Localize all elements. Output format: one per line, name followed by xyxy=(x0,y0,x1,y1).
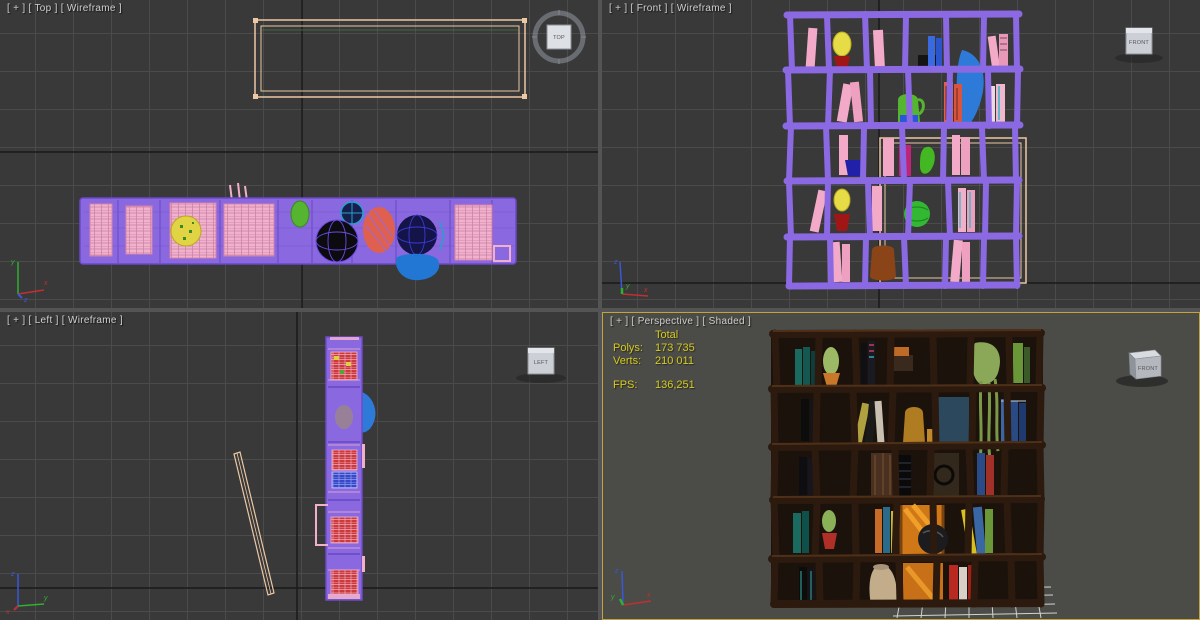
axis-tripod-left: z y x xyxy=(5,571,48,614)
viewport-top-label[interactable]: [ + ] [ Top ] [ Wireframe ] xyxy=(7,3,122,14)
axis-label-x: x xyxy=(646,592,651,599)
axis-tripod-perspective: z x y xyxy=(610,568,652,606)
axis-label-x: x xyxy=(43,280,48,287)
stats-polys-value: 173 735 xyxy=(655,342,695,354)
viewport-splitter-horizontal[interactable] xyxy=(0,308,1200,312)
viewport-front[interactable]: [ + ] [ Front ] [ Wireframe ] FRONT z x … xyxy=(602,0,1200,308)
axis-label-y: y xyxy=(10,259,15,266)
scene-left-wireframe xyxy=(233,336,376,601)
stats-fps-value: 136,251 xyxy=(655,379,695,391)
bookshelf-left-view[interactable] xyxy=(315,336,376,601)
viewport-left[interactable]: [ + ] [ Left ] [ Wireframe ] LEFT z y x xyxy=(0,312,598,620)
plank-outline-left[interactable] xyxy=(233,451,275,596)
axis-label-z: z xyxy=(613,259,618,266)
viewcube-perspective[interactable]: FRONT xyxy=(1113,337,1173,391)
viewport-front-label[interactable]: [ + ] [ Front ] [ Wireframe ] xyxy=(609,3,732,14)
viewport-perspective-label[interactable]: [ + ] [ Perspective ] [ Shaded ] xyxy=(610,316,751,327)
viewcube-front[interactable]: FRONT xyxy=(1112,16,1168,68)
viewport-left-label[interactable]: [ + ] [ Left ] [ Wireframe ] xyxy=(7,315,123,326)
viewport-top[interactable]: [ + ] [ Top ] [ Wireframe ] TOP y x z xyxy=(0,0,598,308)
axis-label-y: y xyxy=(43,595,48,602)
scene-front-wireframe xyxy=(782,10,1027,290)
viewport-perspective[interactable]: [ + ] [ Perspective ] [ Shaded ] Total P… xyxy=(602,312,1200,620)
axis-label-z: z xyxy=(10,571,15,578)
axis-tripod-top: y x z xyxy=(10,259,48,302)
max-4-viewport-workspace: [ + ] [ Top ] [ Wireframe ] TOP y x z [… xyxy=(0,0,1200,620)
stats-fps-label: FPS: xyxy=(613,379,638,391)
scene-top-wireframe xyxy=(79,18,527,281)
stats-total-header: Total xyxy=(655,329,679,341)
viewcube-top[interactable]: TOP xyxy=(530,6,588,64)
bookshelf-front-view[interactable] xyxy=(782,10,1024,290)
stats-verts-label: Verts: xyxy=(613,355,642,367)
bookshelf-top-view[interactable] xyxy=(79,182,517,281)
room-outline-top[interactable] xyxy=(253,18,527,99)
viewcube-left[interactable]: LEFT xyxy=(514,334,570,390)
axis-label-y: y xyxy=(610,594,615,601)
bookshelf-perspective[interactable] xyxy=(768,329,1046,608)
viewcube-face-label: FRONT xyxy=(1138,366,1158,372)
axis-label-y: y xyxy=(625,283,630,290)
axis-tripod-front: z x y xyxy=(613,259,649,297)
axis-label-z: z xyxy=(23,297,28,302)
axis-label-x: x xyxy=(643,287,648,294)
stats-verts-value: 210 011 xyxy=(655,355,694,367)
viewcube-face-label: FRONT xyxy=(1129,40,1149,46)
viewcube-face-label: TOP xyxy=(553,35,565,41)
axis-label-z: z xyxy=(614,568,619,575)
viewcube-face-label: LEFT xyxy=(534,360,549,366)
stats-polys-label: Polys: xyxy=(613,342,643,354)
axis-label-x: x xyxy=(5,609,10,614)
stats-readout: Total Polys: 173 735 Verts: 210 011 FPS: 13… xyxy=(613,329,695,392)
